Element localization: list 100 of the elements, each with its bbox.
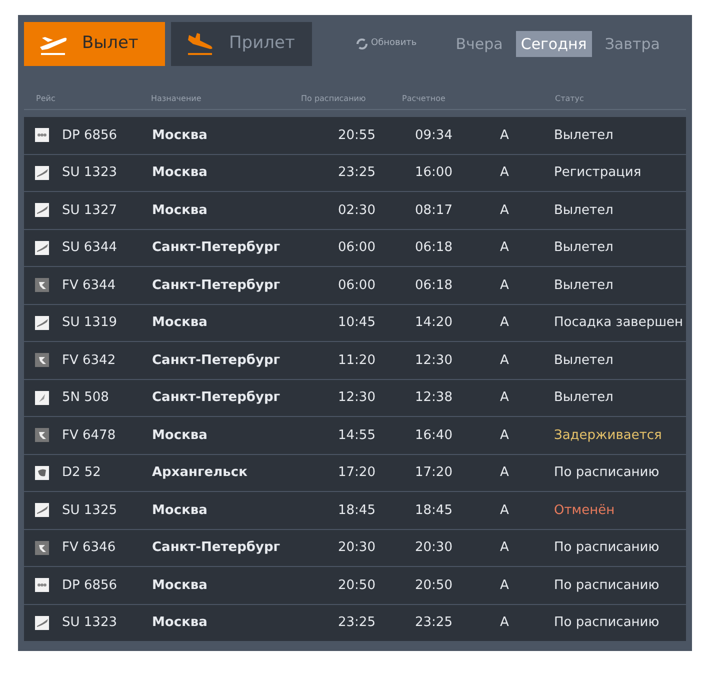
airline-logo-icon [35,240,49,255]
airline-logo-icon [35,353,49,368]
airline-logo-icon [35,428,49,442]
scheduled-time: 10:45 [338,314,376,332]
flight-row[interactable]: D2 52 Архангельск 17:20 17:20 A По расписанию [24,454,686,492]
airline-logo-icon [35,503,49,518]
estimated-time: 06:18 [415,239,454,257]
flight-number: SU 1327 [62,202,118,220]
flight-number: DP 6856 [62,126,118,144]
destination: Санкт-Петербург [152,352,282,370]
flight-number: D2 52 [62,464,102,482]
destination: Москва [152,314,208,332]
refresh-icon [356,38,368,50]
scheduled-time: 17:20 [338,464,376,482]
refresh-button[interactable]: Обновить [356,37,417,51]
column-header: Рейс [36,93,56,105]
flight-status: Вылетел [554,352,614,370]
airline-logo-icon [35,390,49,405]
terminal: A [500,389,510,407]
terminal: A [500,352,510,370]
estimated-time: 16:40 [415,426,454,444]
flight-number: FV 6344 [62,276,117,294]
flight-row[interactable]: FV 6346 Санкт-Петербург 20:30 20:30 A По расписанию [24,530,686,567]
flight-row[interactable]: FV 6478 Москва 14:55 16:40 A Задерживается [24,417,686,454]
estimated-time: 23:25 [415,614,454,632]
destination: Санкт-Петербург [152,239,282,257]
flight-number: SU 6344 [62,239,118,257]
estimated-time: 12:38 [415,389,454,407]
airline-logo-icon [35,616,49,630]
flight-row[interactable]: SU 1323 Москва 23:25 23:25 A По расписанию [24,604,686,642]
flight-row[interactable]: 5N 508 Санкт-Петербург 12:30 12:38 A Вылетел [24,380,686,417]
scheduled-time: 11:20 [338,352,376,370]
airline-logo-icon [35,316,49,330]
scheduled-time: 06:00 [338,239,376,257]
landing-plane-icon [185,32,215,56]
destination: Москва [152,614,208,632]
flight-number: FV 6342 [62,352,117,370]
destination: Санкт-Петербург [152,539,282,557]
flight-row[interactable]: SU 6344 Санкт-Петербург 06:00 06:18 A Вылетел [24,230,686,267]
terminal: A [500,202,510,220]
flight-number: SU 1323 [62,614,118,632]
airline-logo-icon [35,540,49,555]
destination: Москва [152,126,208,144]
flight-row[interactable]: SU 1327 Москва 02:30 08:17 A Вылетел [24,192,686,230]
scheduled-time: 23:25 [338,164,376,182]
flight-number: DP 6856 [62,576,118,594]
estimated-time: 20:50 [415,576,454,594]
flight-status: Вылетел [554,239,614,257]
estimated-time: 20:30 [415,539,454,557]
direction-tab[interactable]: Вылет [24,22,165,66]
flight-number: FV 6478 [62,426,117,444]
scheduled-time: 23:25 [338,614,376,632]
terminal: A [500,426,510,444]
estimated-time: 14:20 [415,314,454,332]
estimated-time: 16:00 [415,164,454,182]
flight-status: По расписанию [554,576,660,594]
flight-status: Вылетел [554,276,614,294]
scheduled-time: 20:50 [338,576,376,594]
estimated-time: 09:34 [415,126,454,144]
flight-row[interactable]: SU 1323 Москва 23:25 16:00 A Регистрация [24,154,686,192]
flight-status: Вылетел [554,389,614,407]
flight-row[interactable]: DP 6856 Москва 20:50 20:50 A По расписанию [24,567,686,604]
flight-number: SU 1325 [62,502,118,520]
airline-logo-icon [35,466,49,480]
flight-row[interactable]: FV 6342 Санкт-Петербург 11:20 12:30 A Вылетел [24,342,686,380]
estimated-time: 18:45 [415,502,454,520]
flight-status: Вылетел [554,202,614,220]
flight-status: Посадка завершен [554,314,683,332]
destination: Санкт-Петербург [152,389,282,407]
destination: Санкт-Петербург [152,276,282,294]
scheduled-time: 18:45 [338,502,376,520]
flight-row[interactable]: DP 6856 Москва 20:55 09:34 A Вылетел [24,117,686,154]
terminal: A [500,126,510,144]
flight-status: Регистрация [554,164,642,182]
estimated-time: 08:17 [415,202,454,220]
flight-row[interactable]: SU 1319 Москва 10:45 14:20 A Посадка завершен [24,304,686,342]
destination: Москва [152,576,208,594]
flight-number: 5N 508 [62,389,110,407]
direction-tab[interactable]: Прилет [171,22,312,66]
flight-number: SU 1323 [62,164,118,182]
scheduled-time: 20:55 [338,126,376,144]
airline-logo-icon [35,128,49,142]
estimated-time: 12:30 [415,352,454,370]
column-header: По расписанию [301,93,367,105]
column-header: Расчетное [402,93,446,105]
scheduled-time: 12:30 [338,389,376,407]
scheduled-time: 06:00 [338,276,376,294]
destination: Москва [152,502,208,520]
terminal: A [500,614,510,632]
flight-row[interactable]: SU 1325 Москва 18:45 18:45 A Отменён [24,492,686,530]
estimated-time: 06:18 [415,276,454,294]
scheduled-time: 02:30 [338,202,376,220]
flight-row[interactable]: FV 6344 Санкт-Петербург 06:00 06:18 A Вылетел [24,267,686,304]
flight-status: Вылетел [554,126,614,144]
flight-number: FV 6346 [62,539,117,557]
terminal: A [500,164,510,182]
terminal: A [500,314,510,332]
terminal: A [500,239,510,257]
terminal: A [500,464,510,482]
airline-logo-icon [35,203,49,218]
